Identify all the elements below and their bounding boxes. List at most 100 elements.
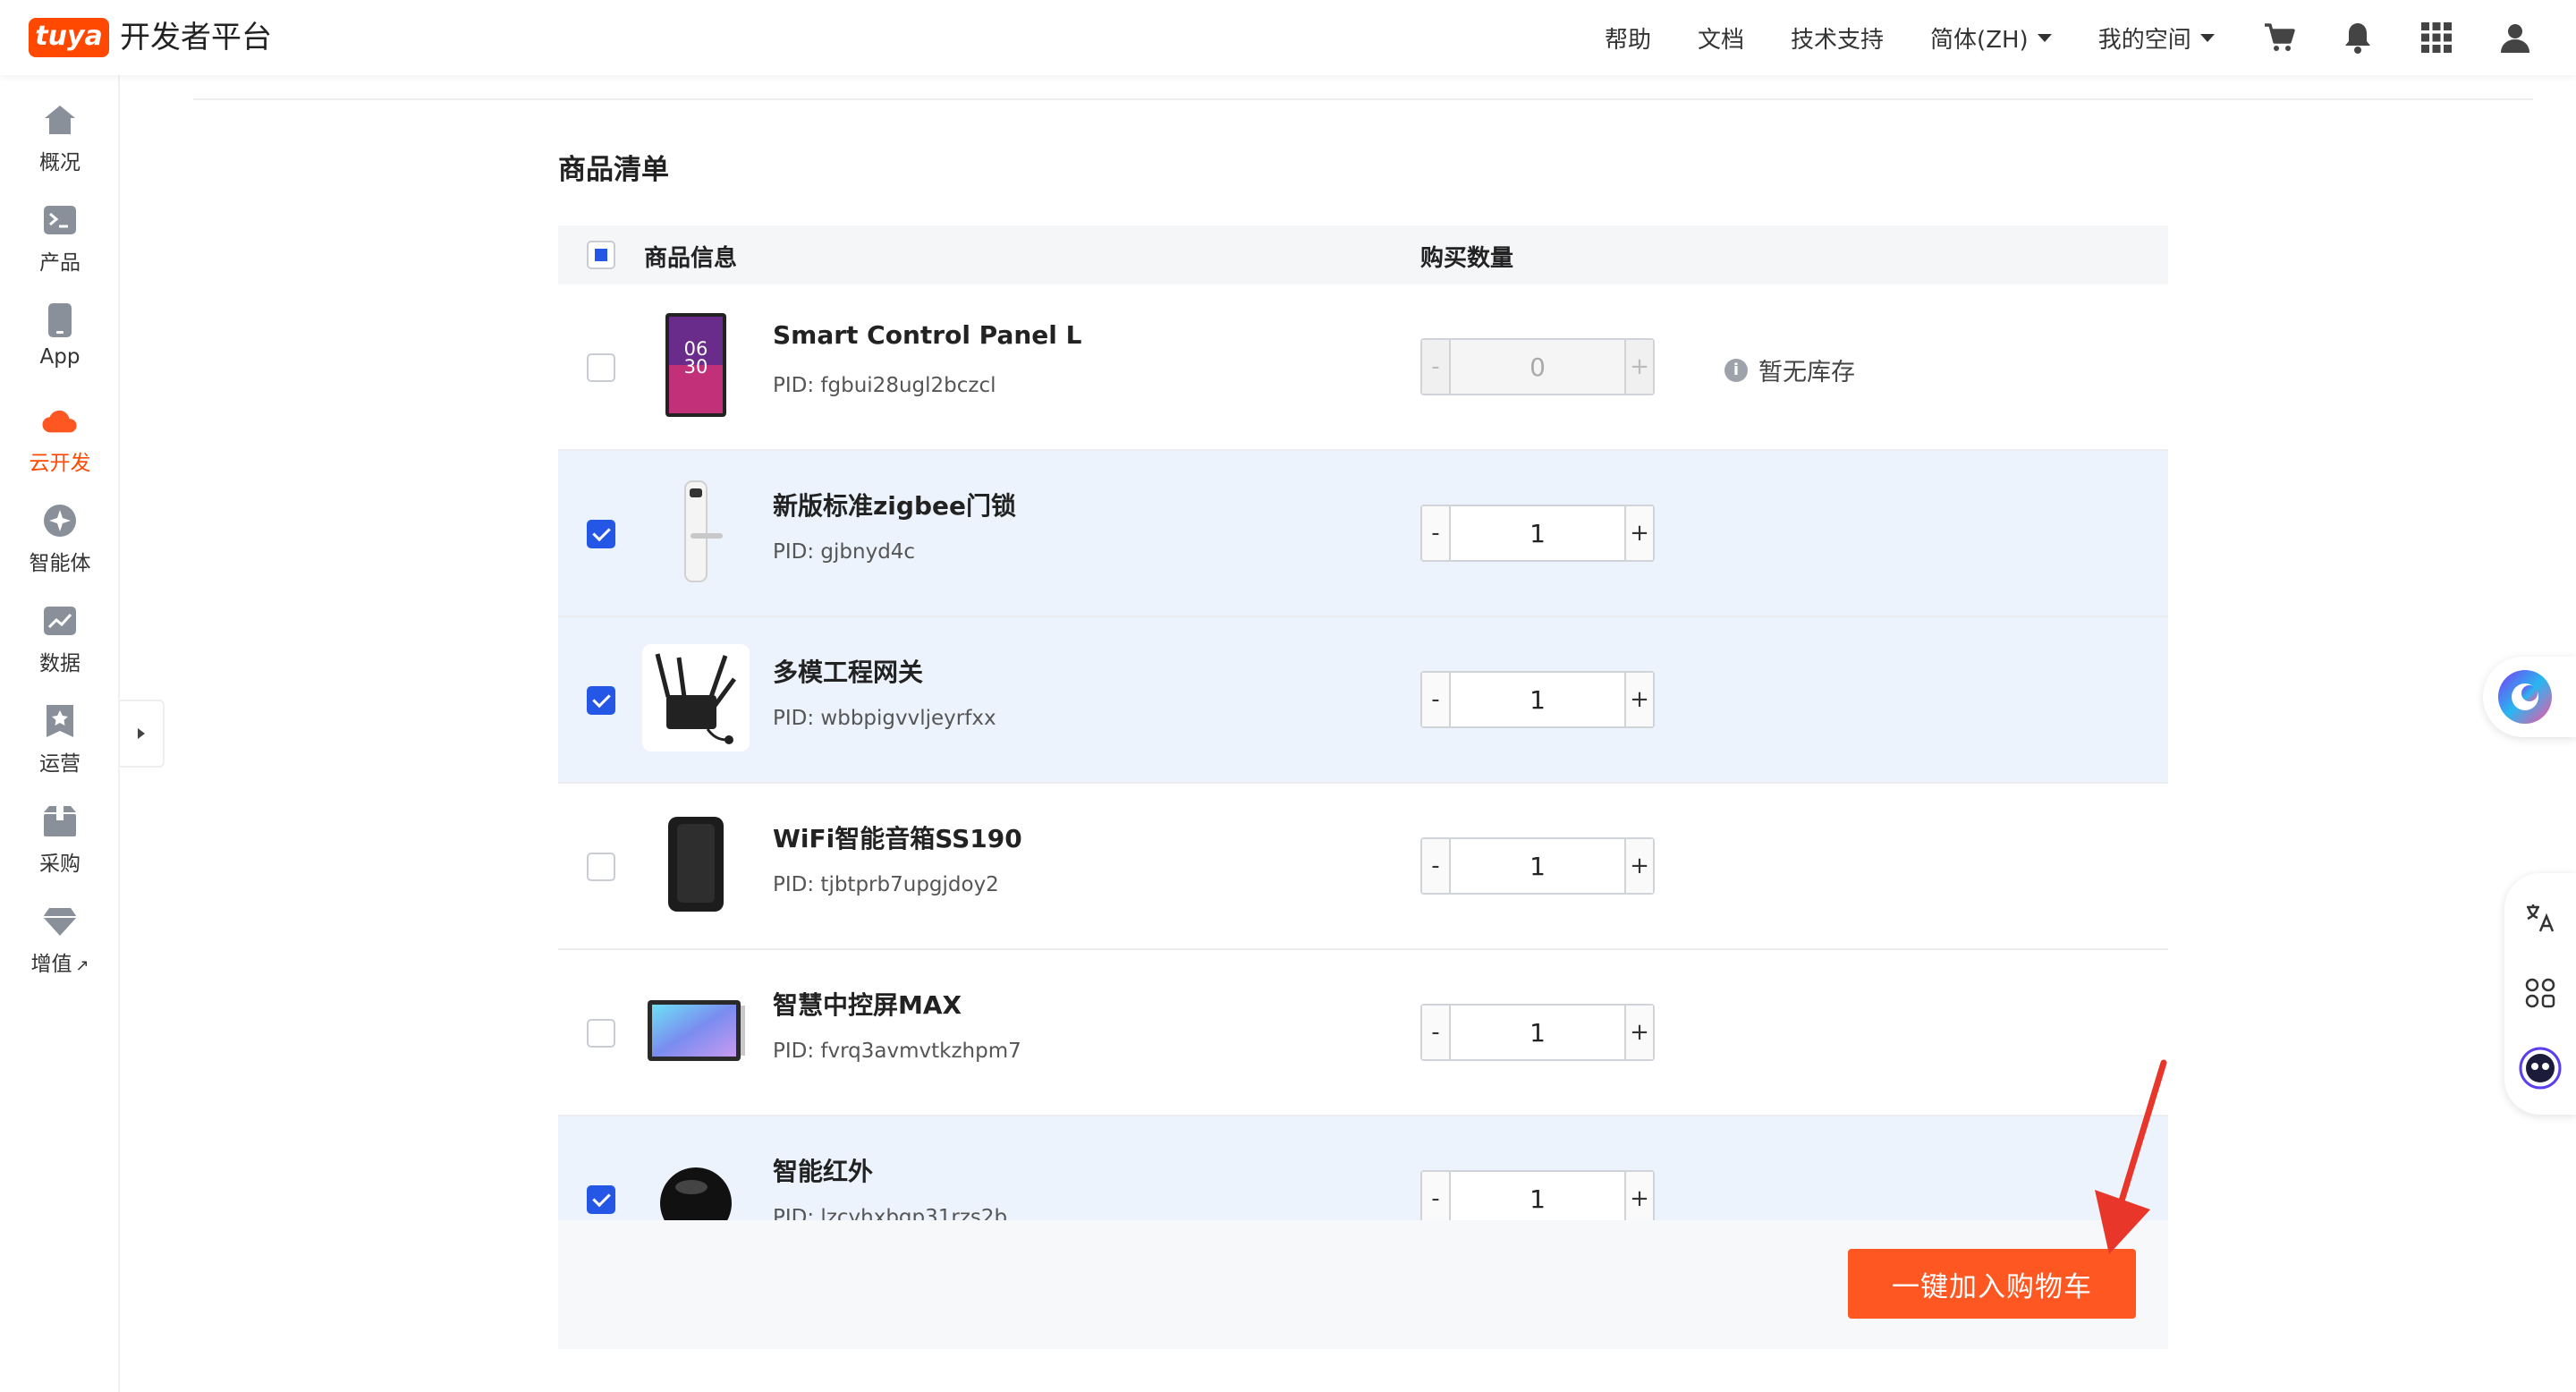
quantity-input[interactable]: 1 xyxy=(1451,1006,1624,1059)
increment-button[interactable]: + xyxy=(1624,1006,1653,1059)
table-header: 商品信息 购买数量 xyxy=(558,225,2168,284)
table-row: 多模工程网关 PID: wbbpigvvljeyrfxx - 1 + xyxy=(558,617,2168,784)
caret-right-icon xyxy=(138,728,145,739)
quantity-stepper: - 1 + xyxy=(1420,1004,1655,1061)
decrement-button[interactable]: - xyxy=(1422,506,1451,560)
sidebar-item-cloud[interactable]: 云开发 xyxy=(0,403,120,492)
product-pid: PID: lzcyhxbqp31rzs2b xyxy=(773,1206,1008,1220)
product-pid: PID: fgbui28ugl2bczcl xyxy=(773,374,996,397)
user-icon[interactable] xyxy=(2496,18,2535,57)
sidebar-item-label: 运营 xyxy=(39,752,80,776)
increment-button[interactable]: + xyxy=(1624,506,1653,560)
ai-assistant-icon xyxy=(2498,670,2552,724)
phone-icon xyxy=(42,302,78,338)
row-checkbox[interactable] xyxy=(587,686,615,715)
top-header: tuya 开发者平台 帮助 文档 技术支持 简体(ZH) 我的空间 xyxy=(0,0,2576,75)
stock-status: i 暂无库存 xyxy=(1724,352,1855,387)
sidebar-item-label: 产品 xyxy=(39,251,80,275)
select-all-checkbox[interactable] xyxy=(587,241,615,269)
sidebar-item-label: 智能体 xyxy=(29,552,91,575)
my-space-menu[interactable]: 我的空间 xyxy=(2098,21,2215,55)
decrement-button[interactable]: - xyxy=(1422,1006,1451,1059)
table-row: 新版标准zigbee门锁 PID: gjbnyd4c - 1 + xyxy=(558,451,2168,617)
row-checkbox[interactable] xyxy=(587,520,615,548)
nav-docs[interactable]: 文档 xyxy=(1698,21,1744,55)
sidebar-item-agent[interactable]: 智能体 xyxy=(0,503,120,592)
star-badge-icon xyxy=(42,703,78,739)
product-name: 智能红外 xyxy=(773,1157,874,1186)
sidebar-item-data[interactable]: 数据 xyxy=(0,603,120,692)
sidebar-item-value-added[interactable]: 增值 ↗ xyxy=(0,904,120,993)
bell-icon[interactable] xyxy=(2338,18,2377,57)
chart-icon xyxy=(42,603,78,639)
sparkle-icon xyxy=(42,503,78,539)
row-checkbox[interactable] xyxy=(587,1019,615,1048)
sidebar-item-label: 增值 ↗ xyxy=(30,953,89,976)
column-header-info: 商品信息 xyxy=(644,245,738,272)
table-body: 06 30 Smart Control Panel L PID: fgbui28… xyxy=(558,284,2168,1220)
sidebar-toggle[interactable] xyxy=(120,700,165,768)
cloud-icon xyxy=(42,403,78,438)
product-name: Smart Control Panel L xyxy=(773,320,1082,350)
diamond-icon xyxy=(42,904,78,939)
cart-icon[interactable] xyxy=(2259,18,2299,57)
product-name: WiFi智能音箱SS190 xyxy=(773,824,1022,853)
increment-button[interactable]: + xyxy=(1624,1172,1653,1220)
quantity-input[interactable]: 1 xyxy=(1451,673,1624,726)
product-table: 商品信息 购买数量 06 30 Smart Control Panel L PI… xyxy=(558,225,2168,1349)
sidebar-item-product[interactable]: 产品 xyxy=(0,202,120,292)
page-title: 商品清单 xyxy=(558,154,669,186)
product-pid: PID: tjbtprb7upgjdoy2 xyxy=(773,873,999,896)
quantity-stepper: - 1 + xyxy=(1420,1170,1655,1220)
product-image xyxy=(642,977,750,1084)
floating-tools xyxy=(2504,873,2576,1115)
increment-button[interactable]: + xyxy=(1624,839,1653,893)
product-name: 新版标准zigbee门锁 xyxy=(773,491,1016,521)
apps-icon[interactable] xyxy=(2513,966,2567,1020)
nav-help[interactable]: 帮助 xyxy=(1605,21,1651,55)
nav-support[interactable]: 技术支持 xyxy=(1791,21,1884,55)
stock-status-text: 暂无库存 xyxy=(1758,359,1855,386)
sidebar-item-operation[interactable]: 运营 xyxy=(0,703,120,793)
content-divider xyxy=(193,98,2533,100)
sidebar-item-overview[interactable]: 概况 xyxy=(0,102,120,191)
decrement-button[interactable]: - xyxy=(1422,673,1451,726)
decrement-button[interactable]: - xyxy=(1422,1172,1451,1220)
quantity-input[interactable]: 1 xyxy=(1451,1172,1624,1220)
increment-button[interactable]: + xyxy=(1624,673,1653,726)
decrement-button[interactable]: - xyxy=(1422,340,1451,394)
table-row: 智能红外 PID: lzcyhxbqp31rzs2b - 1 + xyxy=(558,1116,2168,1220)
quantity-input[interactable]: 1 xyxy=(1451,506,1624,560)
chevron-down-icon xyxy=(2037,33,2052,42)
quantity-input[interactable]: 1 xyxy=(1451,839,1624,893)
product-name: 智慧中控屏MAX xyxy=(773,990,962,1020)
language-select[interactable]: 简体(ZH) xyxy=(1930,21,2052,55)
decrement-button[interactable]: - xyxy=(1422,839,1451,893)
row-checkbox[interactable] xyxy=(587,853,615,881)
ai-assistant-widget[interactable] xyxy=(2483,657,2576,737)
sidebar-item-label: 概况 xyxy=(39,151,80,174)
app-grid-icon[interactable] xyxy=(2417,18,2456,57)
tuya-logo[interactable]: tuya xyxy=(29,18,109,57)
column-header-qty: 购买数量 xyxy=(1420,245,1514,272)
row-checkbox[interactable] xyxy=(587,353,615,382)
language-label: 简体(ZH) xyxy=(1930,26,2029,54)
quantity-input[interactable]: 0 xyxy=(1451,340,1624,394)
chatbot-icon[interactable] xyxy=(2513,1041,2567,1095)
table-row: 06 30 Smart Control Panel L PID: fgbui28… xyxy=(558,284,2168,451)
translate-icon[interactable] xyxy=(2513,891,2567,945)
box-icon xyxy=(42,803,78,839)
quantity-stepper: - 0 + xyxy=(1420,338,1655,395)
increment-button[interactable]: + xyxy=(1624,340,1653,394)
row-checkbox[interactable] xyxy=(587,1185,615,1214)
table-row: 智慧中控屏MAX PID: fvrq3avmvtkzhpm7 - 1 + xyxy=(558,950,2168,1116)
product-image xyxy=(642,478,750,585)
sidebar-item-label: App xyxy=(39,345,80,369)
quantity-stepper: - 1 + xyxy=(1420,505,1655,562)
quantity-stepper: - 1 + xyxy=(1420,671,1655,728)
table-row: WiFi智能音箱SS190 PID: tjbtprb7upgjdoy2 - 1 … xyxy=(558,784,2168,950)
external-link-icon: ↗ xyxy=(75,956,89,975)
sidebar-item-app[interactable]: App xyxy=(0,302,120,392)
sidebar-item-purchase[interactable]: 采购 xyxy=(0,803,120,893)
product-name: 多模工程网关 xyxy=(773,658,924,687)
